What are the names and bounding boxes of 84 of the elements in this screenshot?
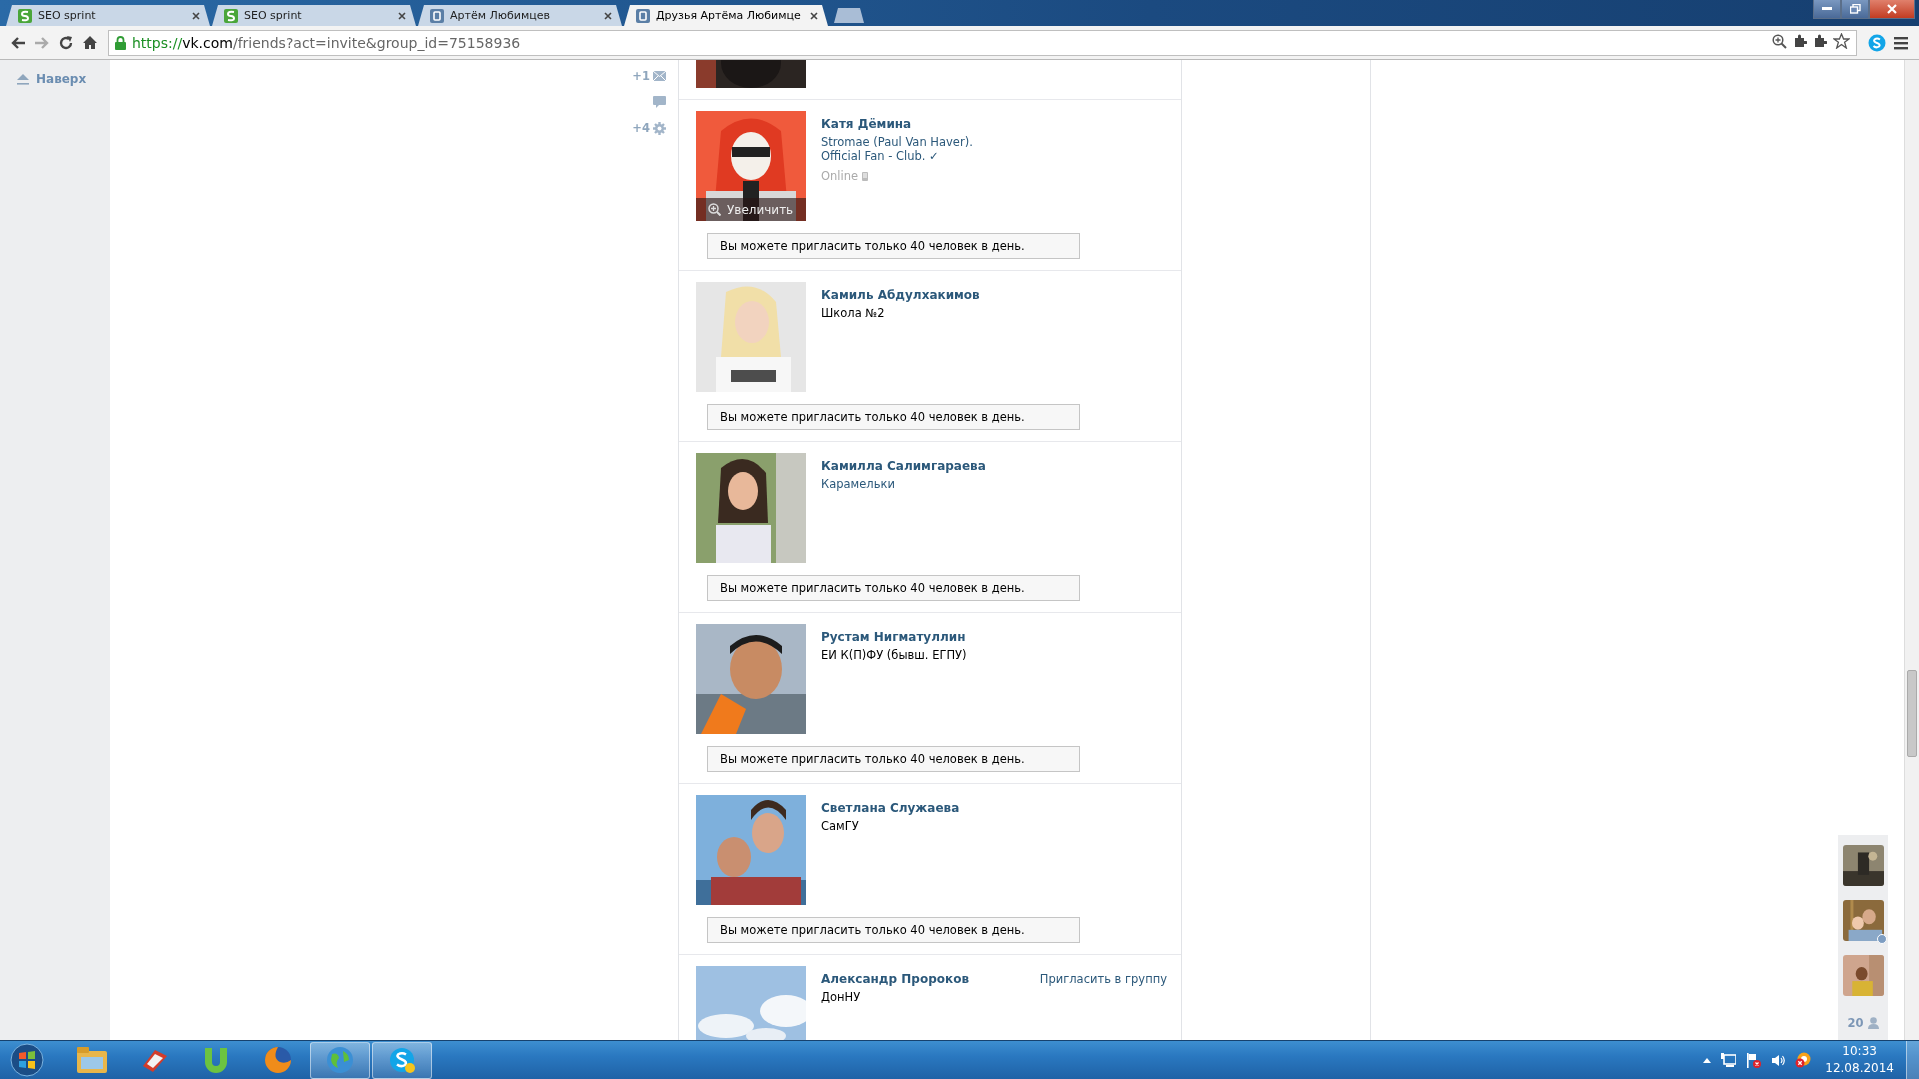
close-icon bbox=[810, 11, 818, 20]
friend-name-link[interactable]: Рустам Нигматуллин bbox=[821, 630, 1167, 644]
back-arrow-icon bbox=[10, 35, 26, 50]
globe-icon bbox=[326, 1046, 354, 1074]
online-status: Online bbox=[821, 169, 859, 183]
friend-name-link[interactable]: Камилла Салимгараева bbox=[821, 459, 1167, 473]
flag-icon bbox=[1746, 1052, 1762, 1068]
bookmark-button[interactable] bbox=[1833, 33, 1850, 52]
scrollbar[interactable] bbox=[1904, 60, 1919, 1040]
square-logo-icon bbox=[636, 8, 650, 23]
friend-name-link[interactable]: Александр Пророков bbox=[821, 972, 1025, 986]
puzzle-icon bbox=[1793, 34, 1807, 48]
minimize-button[interactable] bbox=[1813, 0, 1841, 19]
subtitle-text: СамГУ bbox=[821, 819, 860, 833]
friend-name-link[interactable]: Светлана Служаева bbox=[821, 801, 1167, 815]
new-tab-button[interactable] bbox=[834, 8, 864, 23]
tray-app-button[interactable] bbox=[1795, 1052, 1812, 1068]
forward-arrow-icon bbox=[34, 35, 50, 50]
show-desktop-button[interactable] bbox=[1906, 1040, 1919, 1079]
fox-globe-icon bbox=[264, 1046, 292, 1074]
spiral-logo-icon bbox=[18, 8, 32, 23]
square-logo-icon bbox=[430, 8, 444, 23]
invite-limit-notice: Вы можете пригласить только 40 человек в день. bbox=[707, 404, 1080, 430]
invite-limit-notice: Вы можете пригласить только 40 человек в день. bbox=[707, 575, 1080, 601]
restore-icon bbox=[1849, 4, 1861, 14]
minimize-icon bbox=[1822, 7, 1832, 11]
close-icon bbox=[398, 11, 406, 20]
subtitle-text: ЕИ К(П)ФУ (бывш. ЕГПУ) bbox=[821, 648, 968, 662]
spiral-logo-icon bbox=[224, 8, 238, 23]
network-button[interactable] bbox=[1721, 1053, 1737, 1067]
browser-tab[interactable]: Артём Любимцев bbox=[418, 5, 622, 26]
close-icon bbox=[604, 11, 612, 20]
monitor-icon bbox=[1721, 1053, 1737, 1067]
speaker-icon bbox=[1771, 1053, 1786, 1067]
magnifier-icon bbox=[708, 203, 721, 216]
browser-tab[interactable]: SEO sprint bbox=[6, 5, 210, 26]
scrollbar-thumb[interactable] bbox=[1907, 670, 1917, 757]
invite-link[interactable]: Пригласить в группу bbox=[1039, 966, 1167, 1040]
home-icon bbox=[82, 35, 98, 50]
folder-icon bbox=[77, 1047, 107, 1073]
windows-logo-icon bbox=[10, 1043, 44, 1077]
skype-logo-icon bbox=[1868, 33, 1886, 52]
browser-tab[interactable]: Друзья Артёма Любимце bbox=[624, 5, 828, 26]
clock[interactable]: 10:33 12.08.2014 bbox=[1825, 1043, 1894, 1077]
puzzle-icon bbox=[1813, 34, 1827, 48]
subtitle-text: ДонНУ bbox=[821, 990, 862, 1004]
up-arrow-icon bbox=[16, 72, 30, 86]
taskbar-app-button[interactable] bbox=[310, 1041, 370, 1079]
close-button[interactable] bbox=[1869, 0, 1915, 19]
lock-icon bbox=[115, 35, 126, 50]
address-field[interactable]: https://vk.com/friends?act=invite&group_id=75158936 bbox=[108, 29, 1857, 56]
friend-name-link[interactable]: Камиль Абдулхакимов bbox=[821, 288, 1167, 302]
ring-icon bbox=[1795, 1052, 1812, 1068]
action-center-button[interactable] bbox=[1746, 1052, 1762, 1068]
envelope-icon bbox=[653, 71, 666, 81]
zoom-icon bbox=[1772, 33, 1787, 49]
volume-button[interactable] bbox=[1771, 1053, 1786, 1067]
skype-logo-icon bbox=[388, 1046, 416, 1074]
star-icon bbox=[1833, 33, 1850, 49]
invite-limit-notice: Вы можете пригласить только 40 человек в день. bbox=[707, 917, 1080, 943]
enlarge-button[interactable]: Увеличить bbox=[696, 198, 806, 221]
group-link[interactable]: Stromae (Paul Van Haver). Official Fan - Club. ✓ bbox=[821, 135, 1006, 163]
reload-icon bbox=[58, 34, 74, 51]
up-triangle-icon bbox=[1703, 1057, 1712, 1063]
taskbar-app-button[interactable] bbox=[372, 1041, 432, 1079]
browser-tab[interactable]: SEO sprint bbox=[212, 5, 416, 26]
friend-name-link[interactable]: Катя Дёмина bbox=[821, 117, 1167, 131]
person-icon bbox=[1867, 1017, 1879, 1029]
speech-bubble-icon bbox=[653, 96, 666, 108]
phone-icon bbox=[862, 171, 869, 181]
close-icon bbox=[192, 11, 200, 20]
show-hidden-icons-button[interactable] bbox=[1703, 1057, 1712, 1063]
online-dot bbox=[1876, 934, 1887, 944]
horseshoe-icon bbox=[203, 1046, 229, 1074]
close-icon bbox=[1887, 4, 1897, 14]
chat-friend-button[interactable] bbox=[1842, 845, 1884, 886]
group-link[interactable]: Карамельки bbox=[821, 477, 1006, 491]
subtitle-text: Школа №2 bbox=[821, 306, 886, 320]
gear-icon bbox=[653, 121, 666, 135]
chat-friend-button[interactable] bbox=[1842, 955, 1884, 996]
invite-limit-notice: Вы можете пригласить только 40 человек в день. bbox=[707, 746, 1080, 772]
menu-icon bbox=[1894, 35, 1908, 50]
invite-limit-notice: Вы можете пригласить только 40 человек в день. bbox=[707, 233, 1080, 259]
restore-button[interactable] bbox=[1841, 0, 1869, 19]
